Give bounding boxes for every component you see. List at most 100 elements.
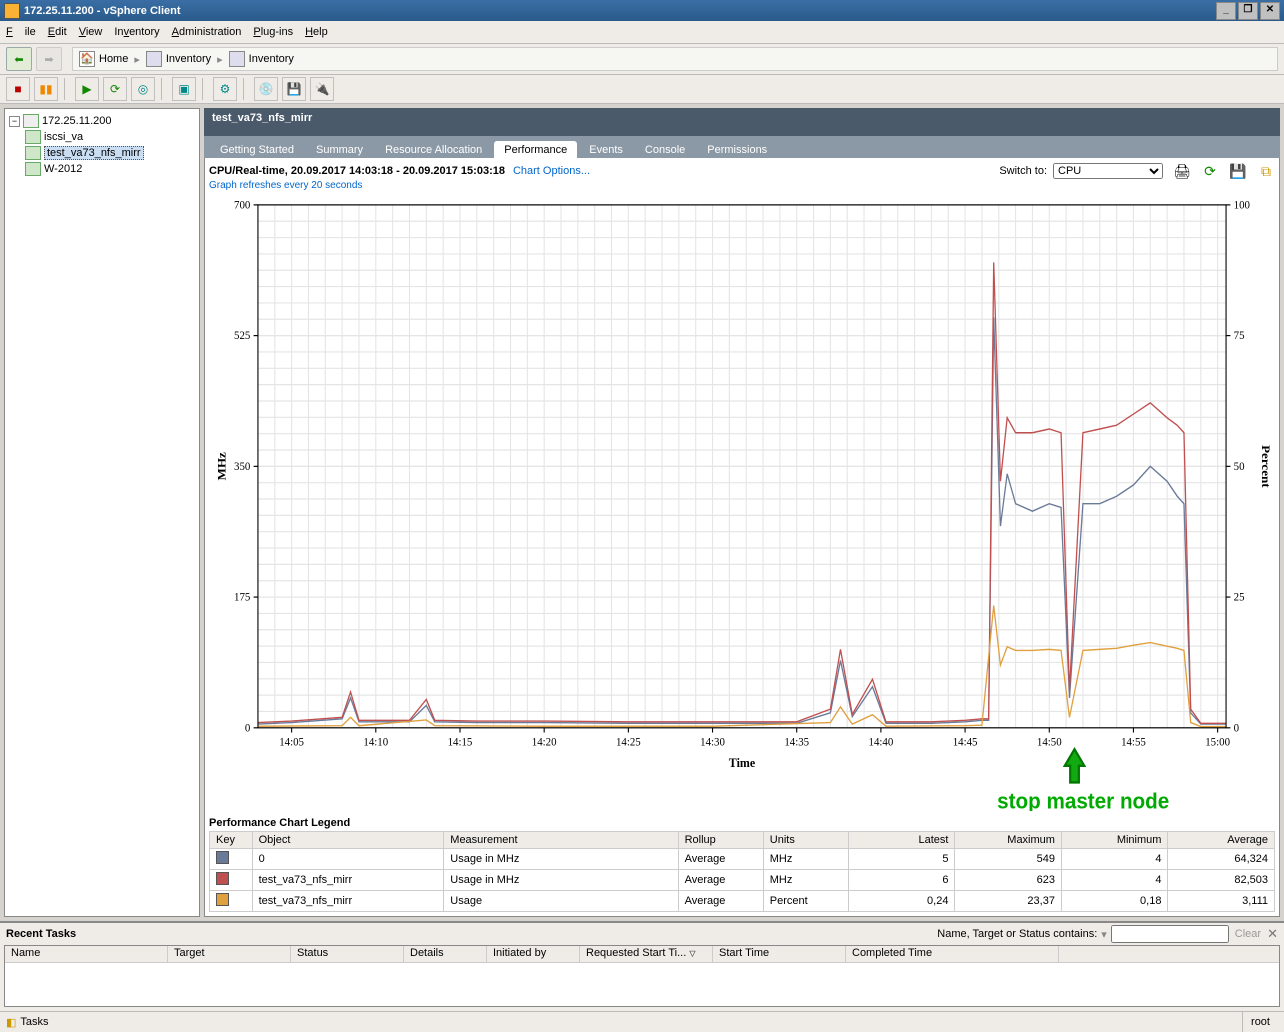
floppy-button[interactable]: 💾 <box>282 77 306 101</box>
tree-item-label: W-2012 <box>44 163 82 175</box>
legend-cell <box>210 849 253 870</box>
bc-inventory[interactable]: Inventory <box>166 53 211 65</box>
inventory-tree[interactable]: − 172.25.11.200 iscsi_vatest_va73_nfs_mi… <box>4 108 200 917</box>
nav-back-button[interactable]: ⬅ <box>6 47 32 71</box>
divider <box>64 78 69 100</box>
menu-inventory[interactable]: Inventory <box>114 26 159 38</box>
task-column-header[interactable]: Start Time <box>713 946 846 962</box>
save-icon[interactable]: 💾 <box>1229 162 1247 180</box>
svg-text:175: 175 <box>234 591 251 604</box>
close-button[interactable]: ✕ <box>1260 2 1280 20</box>
task-column-header[interactable]: Initiated by <box>487 946 580 962</box>
tab-performance[interactable]: Performance <box>494 141 577 159</box>
legend-cell: 549 <box>955 849 1062 870</box>
close-tasks-icon[interactable]: ✕ <box>1267 926 1278 942</box>
menu-administration[interactable]: Administration <box>172 26 242 38</box>
console-button[interactable]: ▣ <box>172 77 196 101</box>
filter-input[interactable] <box>1111 925 1229 943</box>
inventory-icon <box>229 51 245 67</box>
legend-header[interactable]: Latest <box>848 832 955 849</box>
status-tasks-icon[interactable]: ◧ <box>6 1016 16 1029</box>
toolbar: ■ ▮▮ ▶ ⟳ ◎ ▣ ⚙ 💿 💾 🔌 <box>0 75 1284 104</box>
tab-console[interactable]: Console <box>635 141 695 159</box>
tree-root[interactable]: − 172.25.11.200 <box>7 113 197 129</box>
bc-home[interactable]: Home <box>99 53 128 65</box>
legend-title: Performance Chart Legend <box>209 817 1275 829</box>
tab-permissions[interactable]: Permissions <box>697 141 777 159</box>
dropdown-icon[interactable]: ▾ <box>1101 928 1107 941</box>
legend-cell: Average <box>678 870 763 891</box>
legend-header[interactable]: Average <box>1168 832 1275 849</box>
tab-summary[interactable]: Summary <box>306 141 373 159</box>
legend-cell: 3,111 <box>1168 891 1275 912</box>
menu-view[interactable]: View <box>79 26 103 38</box>
legend-header[interactable]: Rollup <box>678 832 763 849</box>
status-user: root <box>1242 1012 1278 1032</box>
host-icon <box>23 114 39 128</box>
chevron-icon: ▸ <box>134 53 140 66</box>
task-column-header[interactable]: Completed Time <box>846 946 1059 962</box>
tree-item[interactable]: iscsi_va <box>7 129 197 145</box>
tree-root-label: 172.25.11.200 <box>42 115 112 127</box>
legend-header[interactable]: Maximum <box>955 832 1062 849</box>
legend-row[interactable]: test_va73_nfs_mirrUsage in MHzAverageMHz… <box>210 870 1275 891</box>
status-tasks[interactable]: Tasks <box>20 1016 48 1028</box>
collapse-icon[interactable]: − <box>9 116 20 127</box>
legend-cell: 4 <box>1061 870 1168 891</box>
clear-button[interactable]: Clear <box>1235 928 1261 940</box>
pause-button[interactable]: ▮▮ <box>34 77 58 101</box>
tree-item[interactable]: W-2012 <box>7 161 197 177</box>
legend-header[interactable]: Object <box>252 832 444 849</box>
legend-cell: 6 <box>848 870 955 891</box>
legend-header[interactable]: Key <box>210 832 253 849</box>
home-icon[interactable]: 🏠 <box>79 51 95 67</box>
nav-forward-button[interactable]: ➡ <box>36 47 62 71</box>
refresh-button[interactable]: ⟳ <box>103 77 127 101</box>
print-icon[interactable]: 🖨 <box>1173 162 1191 180</box>
svg-text:14:50: 14:50 <box>1037 736 1062 749</box>
menu-edit[interactable]: Edit <box>48 26 67 38</box>
legend-header[interactable]: Minimum <box>1061 832 1168 849</box>
tab-resource-allocation[interactable]: Resource Allocation <box>375 141 492 159</box>
divider <box>161 78 166 100</box>
legend-row[interactable]: 0Usage in MHzAverageMHz5549464,324 <box>210 849 1275 870</box>
task-column-header[interactable]: Details <box>404 946 487 962</box>
bc-inventory-2[interactable]: Inventory <box>249 53 294 65</box>
svg-text:0: 0 <box>1234 722 1240 735</box>
refresh-icon[interactable]: ⟳ <box>1201 162 1219 180</box>
legend-header[interactable]: Measurement <box>444 832 678 849</box>
legend-cell: Percent <box>763 891 848 912</box>
app-icon <box>4 3 20 19</box>
legend-row[interactable]: test_va73_nfs_mirrUsageAveragePercent0,2… <box>210 891 1275 912</box>
stop-button[interactable]: ■ <box>6 77 30 101</box>
cd-button[interactable]: 💿 <box>254 77 278 101</box>
legend-cell: Usage in MHz <box>444 849 678 870</box>
tree-item[interactable]: test_va73_nfs_mirr <box>7 145 197 161</box>
task-column-header[interactable]: Requested Start Ti... ▽ <box>580 946 713 962</box>
legend-cell: 82,503 <box>1168 870 1275 891</box>
task-column-header[interactable]: Status <box>291 946 404 962</box>
popout-icon[interactable]: ⧉ <box>1257 162 1275 180</box>
snapshot-button[interactable]: ◎ <box>131 77 155 101</box>
task-column-header[interactable]: Name <box>5 946 168 962</box>
restore-button[interactable]: ❐ <box>1238 2 1258 20</box>
legend-cell: test_va73_nfs_mirr <box>252 891 444 912</box>
svg-text:MHz: MHz <box>215 452 228 481</box>
menu-plugins[interactable]: Plug-ins <box>253 26 293 38</box>
tasks-grid[interactable]: NameTargetStatusDetailsInitiated byReque… <box>4 945 1280 1007</box>
edit-settings-button[interactable]: ⚙ <box>213 77 237 101</box>
legend-cell: Usage <box>444 891 678 912</box>
minimize-button[interactable]: _ <box>1216 2 1236 20</box>
usb-button[interactable]: 🔌 <box>310 77 334 101</box>
legend-header[interactable]: Units <box>763 832 848 849</box>
menu-help[interactable]: Help <box>305 26 328 38</box>
play-button[interactable]: ▶ <box>75 77 99 101</box>
svg-text:14:10: 14:10 <box>363 736 388 749</box>
chart-options-link[interactable]: Chart Options... <box>513 165 590 177</box>
tab-getting-started[interactable]: Getting Started <box>210 141 304 159</box>
task-column-header[interactable]: Target <box>168 946 291 962</box>
tab-events[interactable]: Events <box>579 141 633 159</box>
menubar: File Edit View Inventory Administration … <box>0 21 1284 44</box>
switch-select[interactable]: CPU <box>1053 163 1163 179</box>
menu-file[interactable]: File <box>6 26 36 38</box>
